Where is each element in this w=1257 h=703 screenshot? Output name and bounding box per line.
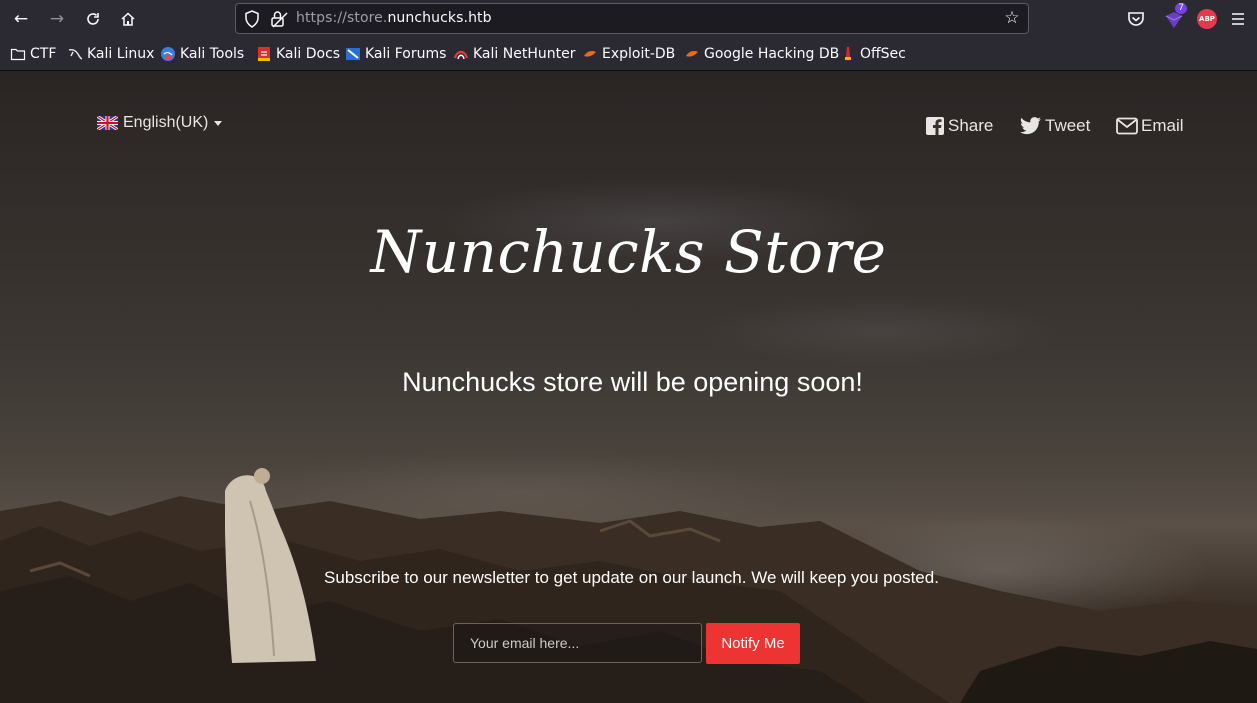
forward-arrow-icon[interactable]: → xyxy=(45,7,69,31)
bookmark-label: Kali Forums xyxy=(365,46,447,62)
bookmark-kali-docs[interactable]: Kali Docs xyxy=(256,45,340,63)
bookmark-label: Kali Tools xyxy=(180,46,245,62)
url-domain: nunchucks.htb xyxy=(387,10,492,26)
address-bar[interactable]: https://store.nunchucks.htb ☆ xyxy=(235,3,1029,34)
newsletter-email-input[interactable] xyxy=(453,623,702,663)
bookmark-kali-nethunter[interactable]: Kali NetHunter xyxy=(453,45,575,63)
email-label: Email xyxy=(1141,116,1184,135)
tracking-shield-icon[interactable] xyxy=(244,10,260,28)
url-prefix: https://store. xyxy=(296,10,388,26)
url-text[interactable]: https://store.nunchucks.htb xyxy=(296,10,492,26)
kali-tools-icon xyxy=(161,47,175,61)
adblock-plus-icon[interactable]: ABP xyxy=(1197,9,1217,29)
notify-me-button[interactable]: Notify Me xyxy=(706,623,800,664)
bookmark-label: Exploit-DB xyxy=(602,46,676,62)
share-facebook-link[interactable]: Share xyxy=(925,116,993,136)
bookmarks-bar: CTF Kali Linux Kali Tools Kali Docs Kali… xyxy=(0,38,1257,71)
bookmark-label: OffSec xyxy=(860,46,906,62)
bookmark-label: Kali Docs xyxy=(276,46,341,62)
share-twitter-link[interactable]: Tweet xyxy=(1020,116,1090,136)
lock-warning-icon[interactable] xyxy=(270,10,288,28)
newsletter-text: Subscribe to our newsletter to get updat… xyxy=(324,568,939,587)
bookmark-label: CTF xyxy=(30,46,57,62)
landing-page: English(UK) Share Tweet Email Nunchucks … xyxy=(0,71,1257,703)
exploit-db-icon xyxy=(584,51,596,57)
share-label: Share xyxy=(948,116,994,135)
bookmark-offsec[interactable]: OffSec xyxy=(840,45,906,63)
opening-soon-tagline: Nunchucks store will be opening soon! xyxy=(402,367,863,397)
kali-dragon-icon xyxy=(68,49,83,60)
bookmark-star-icon[interactable]: ☆ xyxy=(1002,8,1022,28)
bookmark-kali-linux[interactable]: Kali Linux xyxy=(67,45,154,63)
bookmark-label: Kali Linux xyxy=(87,46,155,62)
envelope-icon xyxy=(1116,117,1138,135)
browser-toolbar: ← → https://store.nunchucks.htb ☆ 7 ABP xyxy=(0,0,1257,38)
uk-flag-icon xyxy=(97,116,118,130)
folder-icon xyxy=(10,48,26,61)
twitter-icon xyxy=(1020,117,1041,135)
bookmark-ctf[interactable]: CTF xyxy=(10,45,56,63)
kali-forums-icon xyxy=(346,48,360,60)
pocket-icon[interactable] xyxy=(1125,8,1147,30)
offsec-icon xyxy=(845,47,851,61)
hamburger-menu-icon[interactable] xyxy=(1227,8,1249,30)
ghdb-icon xyxy=(686,51,698,57)
back-arrow-icon[interactable]: ← xyxy=(9,7,33,31)
language-label: English(UK) xyxy=(123,114,209,131)
language-selector[interactable]: English(UK) xyxy=(97,114,223,132)
bookmark-google-hacking-db[interactable]: Google Hacking DB xyxy=(684,45,839,63)
bookmark-exploit-db[interactable]: Exploit-DB xyxy=(582,45,675,63)
home-icon[interactable] xyxy=(116,7,140,31)
kali-docs-icon xyxy=(258,47,270,61)
extension-icon[interactable]: 7 xyxy=(1163,3,1187,30)
nethunter-icon xyxy=(453,50,469,60)
bookmark-kali-forums[interactable]: Kali Forums xyxy=(345,45,446,63)
bookmark-label: Kali NetHunter xyxy=(473,46,576,62)
bookmark-kali-tools[interactable]: Kali Tools xyxy=(160,45,244,63)
bookmark-label: Google Hacking DB xyxy=(704,46,840,62)
abp-label: ABP xyxy=(1199,15,1215,23)
reload-icon[interactable] xyxy=(81,7,105,31)
facebook-icon xyxy=(926,117,944,135)
share-email-link[interactable]: Email xyxy=(1116,116,1184,136)
tweet-label: Tweet xyxy=(1045,116,1091,135)
store-brand-title: Nunchucks Store xyxy=(370,218,887,286)
extension-badge: 7 xyxy=(1175,3,1187,14)
caret-down-icon xyxy=(214,120,223,126)
